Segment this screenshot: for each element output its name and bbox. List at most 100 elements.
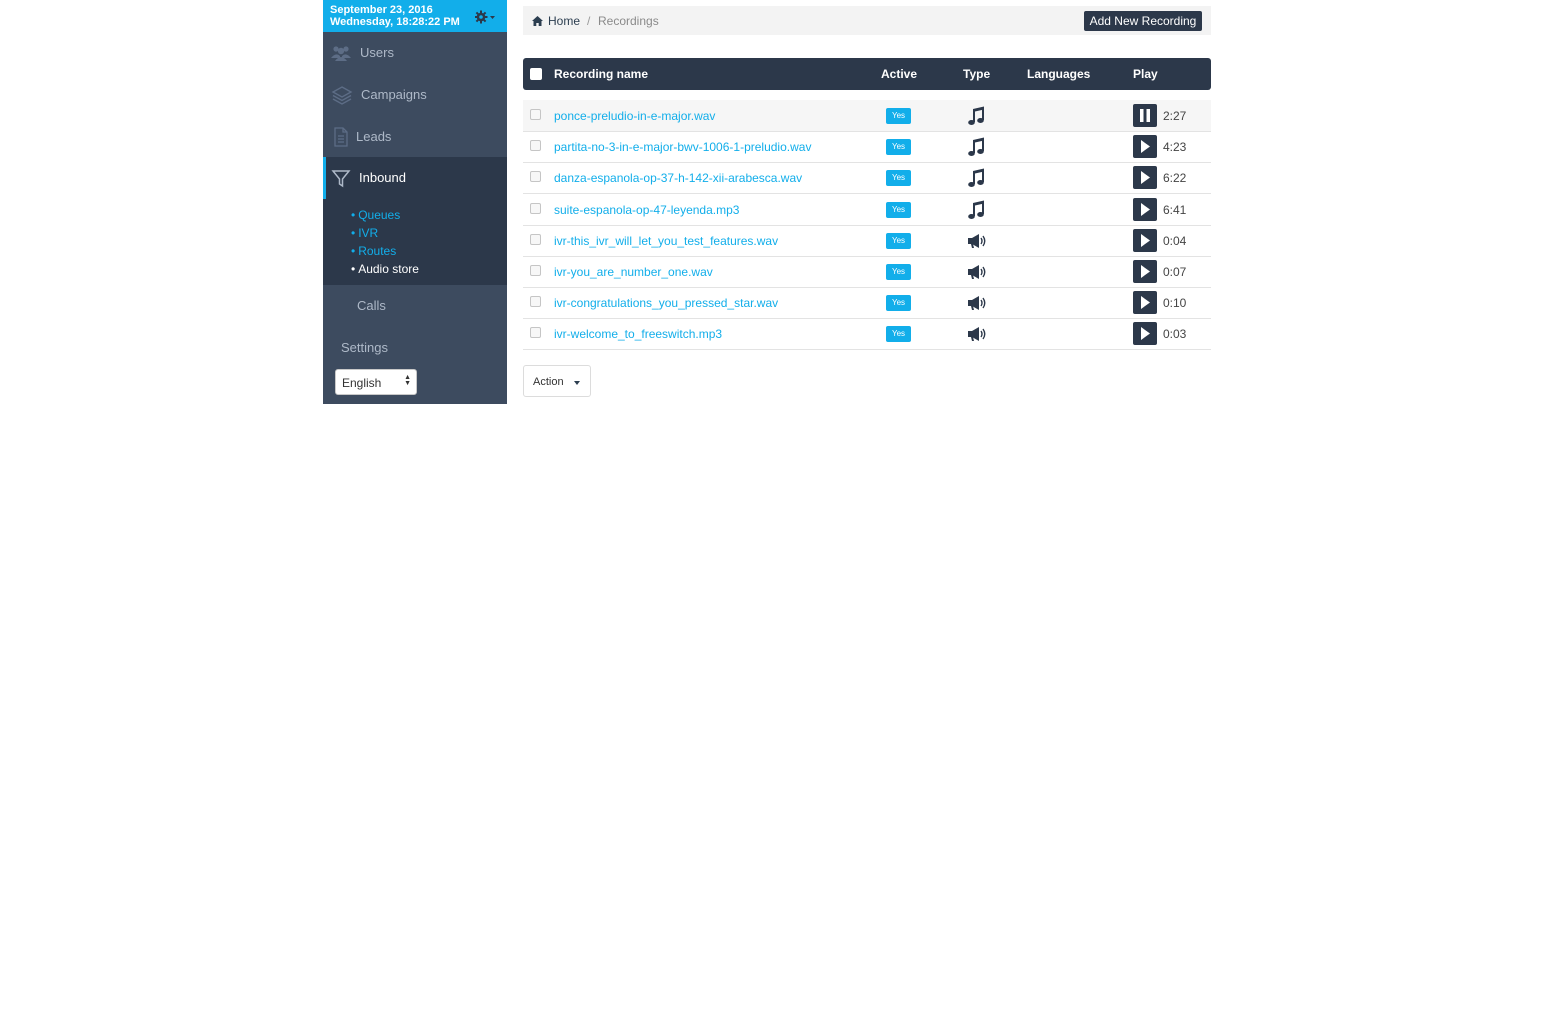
caret-down-icon	[574, 381, 580, 385]
duration: 2:27	[1163, 109, 1187, 123]
active-badge: Yes	[886, 139, 911, 156]
active-badge: Yes	[886, 264, 911, 280]
submenu-item-audio-store[interactable]: • Audio store	[351, 262, 419, 276]
sidebar: September 23, 2016 Wednesday, 18:28:22 P…	[323, 0, 507, 404]
megaphone-icon	[966, 230, 988, 252]
submenu-label: Queues	[358, 208, 401, 222]
play-button[interactable]	[1133, 135, 1157, 159]
sidebar-item-label: Settings	[341, 340, 388, 355]
megaphone-icon	[966, 261, 988, 283]
select-arrows-icon: ▲ ▼	[404, 374, 411, 387]
gear-icon[interactable]	[474, 9, 503, 25]
music-icon	[966, 105, 988, 127]
music-icon	[966, 199, 988, 221]
active-badge: Yes	[886, 326, 911, 343]
duration: 6:22	[1163, 171, 1187, 186]
recording-name-link[interactable]: ivr-this_ivr_will_let_you_test_features.…	[554, 234, 778, 248]
table-row: suite-espanola-op-47-leyenda.mp3 Yes 6:4…	[523, 194, 1211, 226]
music-icon	[966, 167, 988, 189]
header-type[interactable]: Type	[963, 67, 990, 81]
clock-time: Wednesday, 18:28:22 PM	[330, 16, 460, 28]
active-badge: Yes	[886, 295, 911, 312]
table-row: partita-no-3-in-e-major-bwv-1006-1-prelu…	[523, 131, 1211, 164]
breadcrumb-current: Recordings	[598, 14, 659, 28]
action-label: Action	[533, 376, 564, 388]
table-row: ponce-preludio-in-e-major.wav Yes 2:27	[523, 100, 1211, 132]
submenu-item-queues[interactable]: • Queues	[351, 208, 400, 222]
users-icon	[331, 43, 351, 63]
document-icon	[331, 127, 351, 147]
sidebar-item-label: Calls	[357, 298, 386, 313]
submenu-label: Audio store	[358, 262, 419, 276]
action-dropdown-button[interactable]: Action	[523, 365, 591, 397]
submenu-item-routes[interactable]: • Routes	[351, 244, 396, 258]
breadcrumb-home-link[interactable]: Home	[548, 14, 580, 28]
header-active[interactable]: Active	[881, 67, 917, 81]
row-checkbox[interactable]	[530, 140, 541, 152]
row-checkbox[interactable]	[530, 233, 541, 245]
row-checkbox[interactable]	[530, 296, 541, 308]
submenu-label: IVR	[358, 226, 379, 240]
row-checkbox[interactable]	[530, 202, 541, 214]
recording-name-link[interactable]: ponce-preludio-in-e-major.wav	[554, 109, 715, 123]
play-button[interactable]	[1133, 291, 1157, 315]
submenu-item-ivr[interactable]: • IVR	[351, 226, 378, 240]
music-icon	[966, 136, 988, 158]
clock-bar: September 23, 2016 Wednesday, 18:28:22 P…	[323, 0, 507, 32]
header-recording-name[interactable]: Recording name	[554, 67, 648, 81]
home-icon[interactable]	[532, 15, 543, 29]
table-row: ivr-this_ivr_will_let_you_test_features.…	[523, 225, 1211, 257]
select-all-checkbox[interactable]	[530, 68, 542, 80]
recording-name-link[interactable]: danza-espanola-op-37-h-142-xii-arabesca.…	[554, 171, 802, 185]
recording-name-link[interactable]: partita-no-3-in-e-major-bwv-1006-1-prelu…	[554, 140, 811, 154]
row-checkbox[interactable]	[530, 327, 541, 339]
recording-name-link[interactable]: suite-espanola-op-47-leyenda.mp3	[554, 203, 739, 217]
inbound-submenu: • Queues • IVR • Routes • Audio store	[323, 199, 507, 285]
header-languages[interactable]: Languages	[1027, 67, 1090, 81]
duration: 0:10	[1163, 296, 1187, 311]
sidebar-item-inbound[interactable]: Inbound	[323, 157, 507, 199]
duration: 4:23	[1163, 140, 1187, 155]
sidebar-item-campaigns[interactable]: Campaigns	[323, 74, 507, 116]
play-button[interactable]	[1133, 260, 1157, 283]
breadcrumb-separator: /	[587, 14, 591, 28]
megaphone-icon	[966, 292, 988, 314]
row-checkbox[interactable]	[530, 265, 541, 276]
active-badge: Yes	[886, 232, 911, 249]
header-play[interactable]: Play	[1133, 67, 1158, 81]
row-checkbox[interactable]	[530, 171, 541, 183]
table-row: ivr-you_are_number_one.wav Yes 0:07	[523, 256, 1211, 288]
active-indicator	[323, 157, 326, 199]
duration: 0:03	[1163, 327, 1187, 342]
add-new-recording-button[interactable]: Add New Recording	[1084, 11, 1202, 31]
play-button[interactable]	[1133, 228, 1157, 252]
sidebar-item-label: Leads	[356, 129, 392, 144]
breadcrumb: Home / Recordings Add New Recording	[523, 6, 1211, 35]
recording-name-link[interactable]: ivr-congratulations_you_pressed_star.wav	[554, 296, 778, 310]
funnel-icon	[331, 168, 351, 188]
duration: 0:07	[1163, 265, 1187, 279]
table-header: Recording name Active Type Languages Pla…	[523, 58, 1211, 90]
sidebar-item-calls[interactable]: Calls	[323, 285, 507, 327]
play-button[interactable]	[1133, 166, 1157, 190]
active-badge: Yes	[886, 201, 911, 218]
language-select[interactable]: English ▲ ▼	[335, 369, 417, 395]
active-badge: Yes	[886, 170, 911, 187]
megaphone-icon	[966, 323, 988, 345]
recording-name-link[interactable]: ivr-welcome_to_freeswitch.mp3	[554, 327, 722, 341]
table-row: ivr-congratulations_you_pressed_star.wav…	[523, 287, 1211, 320]
submenu-label: Routes	[358, 244, 397, 258]
sidebar-item-leads[interactable]: Leads	[323, 116, 507, 158]
active-badge: Yes	[886, 108, 911, 124]
duration: 6:41	[1163, 202, 1187, 217]
pause-button[interactable]	[1133, 104, 1157, 127]
language-value: English	[342, 376, 382, 390]
sidebar-item-users[interactable]: Users	[323, 32, 507, 74]
sidebar-item-label: Inbound	[359, 170, 406, 185]
table-row: ivr-welcome_to_freeswitch.mp3 Yes 0:03	[523, 318, 1211, 351]
play-button[interactable]	[1133, 197, 1157, 221]
recording-name-link[interactable]: ivr-you_are_number_one.wav	[554, 265, 713, 279]
sidebar-item-settings[interactable]: Settings	[323, 327, 507, 369]
row-checkbox[interactable]	[530, 109, 541, 120]
play-button[interactable]	[1133, 322, 1157, 346]
